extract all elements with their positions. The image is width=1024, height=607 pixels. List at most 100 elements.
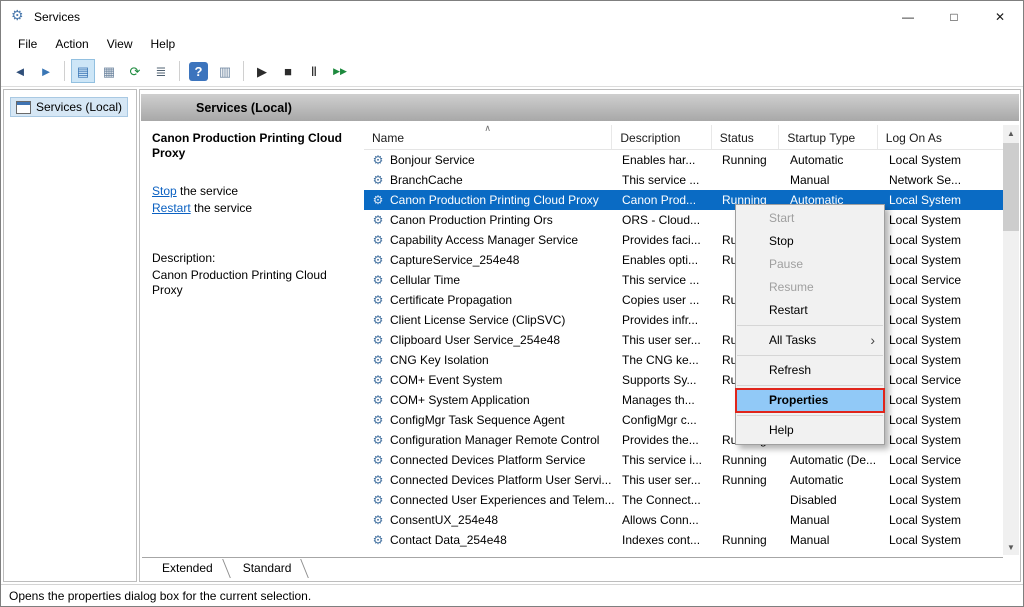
context-menu-item-refresh[interactable]: Refresh	[736, 359, 884, 382]
menu-view[interactable]: View	[98, 34, 142, 54]
toolbar-stop-service-button[interactable]: ■	[276, 59, 300, 83]
toolbar-restart-service-button[interactable]: ▶▶	[328, 59, 352, 83]
service-row[interactable]: ⚙ Canon Production Printing Cloud Proxy …	[364, 190, 1003, 210]
column-label-log-on-as: Log On As	[886, 131, 942, 145]
service-row[interactable]: ⚙ ConsentUX_254e48 Allows Conn... Manual…	[364, 510, 1003, 530]
toolbar-forward-button[interactable]: ►	[34, 59, 58, 83]
view-tabs: Extended Standard	[142, 557, 1003, 579]
service-row[interactable]: ⚙ Connected Devices Platform User Servi.…	[364, 470, 1003, 490]
service-row[interactable]: ⚙ Cellular Time This service ... Local S…	[364, 270, 1003, 290]
service-row[interactable]: ⚙ BranchCache This service ... Manual Ne…	[364, 170, 1003, 190]
service-logon: Local System	[881, 210, 1003, 230]
service-row[interactable]: ⚙ Contact Data_254e48 Indexes cont... Ru…	[364, 530, 1003, 550]
column-header-startup-type[interactable]: Startup Type	[779, 125, 877, 149]
tab-standard[interactable]: Standard	[231, 558, 310, 579]
description-label: Description:	[152, 251, 352, 266]
stop-link-suffix: the service	[177, 184, 238, 198]
service-row[interactable]: ⚙ Capability Access Manager Service Prov…	[364, 230, 1003, 250]
service-logon: Local Service	[881, 370, 1003, 390]
service-row[interactable]: ⚙ CaptureService_254e48 Enables opti... …	[364, 250, 1003, 270]
service-status: Running	[714, 470, 782, 490]
toolbar-help-button[interactable]: ?	[189, 62, 208, 81]
tab-standard-label: Standard	[243, 561, 292, 575]
service-name: BranchCache	[390, 170, 463, 190]
toolbar-show-console-tree-button[interactable]: ▤	[71, 59, 95, 83]
service-row[interactable]: ⚙ CNG Key Isolation The CNG ke... Runnin…	[364, 350, 1003, 370]
maximize-button[interactable]: □	[931, 1, 977, 32]
service-logon: Local System	[881, 430, 1003, 450]
close-button[interactable]: ✕	[977, 1, 1023, 32]
context-menu-item-stop[interactable]: Stop	[736, 230, 884, 253]
tree-item-services-local[interactable]: Services (Local)	[10, 97, 128, 117]
service-description: Supports Sy...	[614, 370, 714, 390]
column-header-description[interactable]: Description	[612, 125, 711, 149]
service-gear-icon: ⚙	[370, 154, 386, 166]
context-menu-item-all-tasks[interactable]: All Tasks ›	[736, 329, 884, 352]
service-name: Contact Data_254e48	[390, 530, 507, 550]
scroll-up-icon[interactable]: ▲	[1003, 125, 1019, 141]
sort-ascending-icon: ∧	[484, 125, 491, 134]
column-label-name: Name	[372, 131, 404, 145]
service-row[interactable]: ⚙ Connected Devices Platform Service Thi…	[364, 450, 1003, 470]
toolbar-show-action-pane-button[interactable]: ▥	[213, 59, 237, 83]
toolbar-pause-service-button[interactable]: Ⅱ	[302, 59, 326, 83]
list-header: ∧ Name Description Status Startup Type L…	[364, 125, 1003, 150]
service-status	[714, 510, 782, 530]
service-name: Clipboard User Service_254e48	[390, 330, 560, 350]
column-label-status: Status	[720, 131, 754, 145]
service-name: Cellular Time	[390, 270, 460, 290]
service-name: ConsentUX_254e48	[390, 510, 498, 530]
tab-extended-label: Extended	[162, 561, 213, 575]
service-row[interactable]: ⚙	[364, 550, 1003, 555]
scrollbar-thumb[interactable]	[1003, 143, 1019, 231]
context-menu-item-properties[interactable]: Properties	[736, 389, 884, 412]
scroll-down-icon[interactable]: ▼	[1003, 539, 1019, 555]
column-header-status[interactable]: Status	[712, 125, 780, 149]
toolbar-window-list-button[interactable]: ▦	[97, 59, 121, 83]
service-row[interactable]: ⚙ Configuration Manager Remote Control P…	[364, 430, 1003, 450]
service-name: Connected User Experiences and Telem...	[390, 490, 614, 510]
service-row[interactable]: ⚙ Certificate Propagation Copies user ..…	[364, 290, 1003, 310]
menu-action[interactable]: Action	[46, 34, 97, 54]
toolbar-start-service-button[interactable]: ▶	[250, 59, 274, 83]
service-logon: Local System	[881, 290, 1003, 310]
service-description: This service ...	[614, 170, 714, 190]
service-row[interactable]: ⚙ Bonjour Service Enables har... Running…	[364, 150, 1003, 170]
toolbar-refresh-button[interactable]: ⟳	[123, 59, 147, 83]
status-bar: Opens the properties dialog box for the …	[1, 584, 1023, 606]
context-menu-item-help[interactable]: Help	[736, 419, 884, 442]
service-row[interactable]: ⚙ Clipboard User Service_254e48 This use…	[364, 330, 1003, 350]
tab-extended[interactable]: Extended	[150, 558, 231, 579]
service-logon: Local System	[881, 390, 1003, 410]
services-app-icon: ⚙	[11, 8, 24, 22]
menubar: FileActionViewHelp	[1, 32, 1023, 56]
service-row[interactable]: ⚙ Client License Service (ClipSVC) Provi…	[364, 310, 1003, 330]
column-header-name[interactable]: ∧ Name	[364, 125, 612, 149]
stop-service-link[interactable]: Stop	[152, 184, 177, 198]
minimize-button[interactable]: —	[885, 1, 931, 32]
toolbar-back-button[interactable]: ◄	[8, 59, 32, 83]
service-row[interactable]: ⚙ COM+ Event System Supports Sy... Runni…	[364, 370, 1003, 390]
service-description: Manages th...	[614, 390, 714, 410]
help-icon: ?	[195, 65, 203, 78]
service-gear-icon: ⚙	[370, 534, 386, 546]
menu-help[interactable]: Help	[142, 34, 185, 54]
toolbar-export-list-button[interactable]: ≣	[149, 59, 173, 83]
restart-service-link[interactable]: Restart	[152, 201, 191, 215]
context-menu-label: Stop	[769, 234, 794, 248]
service-row[interactable]: ⚙ Connected User Experiences and Telem..…	[364, 490, 1003, 510]
restart-link-suffix: the service	[191, 201, 252, 215]
column-header-log-on-as[interactable]: Log On As	[878, 125, 1003, 149]
context-menu-item-restart[interactable]: Restart	[736, 299, 884, 322]
show-action-pane-icon: ▥	[219, 65, 231, 78]
service-status	[714, 550, 782, 555]
service-row[interactable]: ⚙ COM+ System Application Manages th... …	[364, 390, 1003, 410]
service-row[interactable]: ⚙ Canon Production Printing Ors ORS - Cl…	[364, 210, 1003, 230]
service-description: Canon Prod...	[614, 190, 714, 210]
service-name: Connected Devices Platform Service	[390, 450, 585, 470]
context-menu-item-resume: Resume	[736, 276, 884, 299]
window-list-icon: ▦	[103, 65, 115, 78]
service-row[interactable]: ⚙ ConfigMgr Task Sequence Agent ConfigMg…	[364, 410, 1003, 430]
toolbar-separator	[243, 61, 244, 81]
menu-file[interactable]: File	[9, 34, 46, 54]
